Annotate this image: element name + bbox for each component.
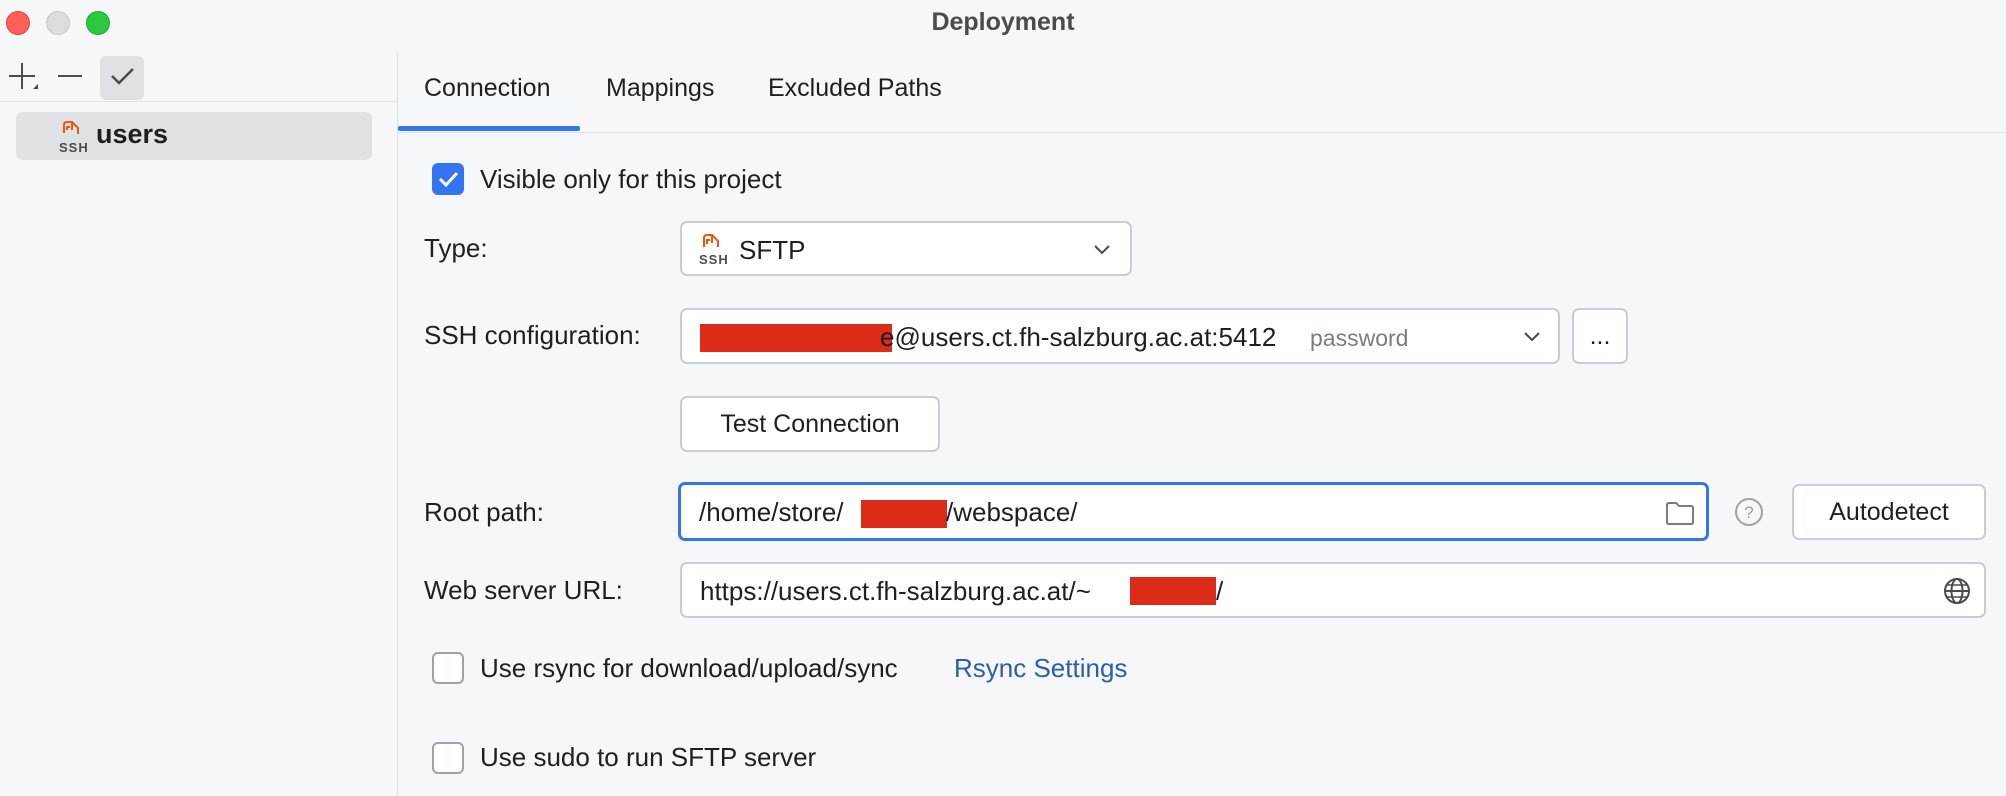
rsync-label[interactable]: Use rsync for download/upload/sync xyxy=(480,653,898,684)
autodetect-button[interactable]: Autodetect xyxy=(1792,484,1986,540)
server-list-item-users[interactable]: SSH users xyxy=(16,112,372,160)
checkmark-icon xyxy=(438,171,459,188)
ssh-icon-label: SSH xyxy=(59,140,89,155)
remove-server-button[interactable] xyxy=(48,56,92,100)
root-path-prefix: /home/store/ xyxy=(699,497,844,527)
tab-mappings[interactable]: Mappings xyxy=(606,74,714,103)
web-server-url-input[interactable]: https://users.ct.fh-salzburg.ac.at/~ / xyxy=(680,562,1986,618)
pane-divider[interactable] xyxy=(397,54,398,796)
type-value: SFTP xyxy=(739,235,806,265)
check-icon xyxy=(107,61,137,96)
ssh-config-auth: password xyxy=(1310,325,1409,351)
tabs-separator xyxy=(398,132,2006,133)
chevron-down-icon xyxy=(1092,239,1112,264)
visible-only-label[interactable]: Visible only for this project xyxy=(480,164,782,195)
ssh-config-browse-button[interactable]: ... xyxy=(1572,308,1628,364)
redacted-username xyxy=(700,324,892,352)
chevron-down-icon xyxy=(1522,326,1542,351)
ssh-config-label: SSH configuration: xyxy=(424,320,641,350)
tab-connection[interactable]: Connection xyxy=(424,74,550,103)
redacted-url-segment xyxy=(1130,577,1216,605)
test-connection-button[interactable]: Test Connection xyxy=(680,396,940,452)
ssh-config-value: e@users.ct.fh-salzburg.ac.at:5412 xyxy=(880,322,1277,352)
server-list-pane xyxy=(0,54,398,796)
type-select[interactable]: SSH SFTP xyxy=(680,221,1132,276)
rsync-checkbox[interactable] xyxy=(432,652,464,684)
root-path-suffix: /webspace/ xyxy=(946,497,1078,527)
use-as-default-button[interactable] xyxy=(100,56,144,100)
type-label: Type: xyxy=(424,233,488,263)
root-path-label: Root path: xyxy=(424,497,544,527)
svg-text:?: ? xyxy=(1744,503,1753,522)
folder-icon[interactable] xyxy=(1665,500,1695,531)
globe-icon[interactable] xyxy=(1942,576,1972,611)
rsync-settings-link[interactable]: Rsync Settings xyxy=(954,653,1127,684)
web-url-suffix: / xyxy=(1216,576,1224,606)
visible-only-checkbox[interactable] xyxy=(432,163,464,195)
plus-icon xyxy=(5,59,39,98)
add-server-button[interactable] xyxy=(0,56,44,100)
active-tab-indicator xyxy=(398,126,580,131)
help-icon[interactable]: ? xyxy=(1734,497,1764,532)
web-url-prefix: https://users.ct.fh-salzburg.ac.at/~ xyxy=(700,576,1091,606)
web-server-url-label: Web server URL: xyxy=(424,575,623,605)
minus-icon xyxy=(55,61,85,96)
sudo-checkbox[interactable] xyxy=(432,742,464,774)
root-path-input[interactable]: /home/store/ /webspace/ xyxy=(678,482,1709,541)
toolbar-separator xyxy=(0,101,397,102)
redacted-path-segment xyxy=(861,500,947,528)
sudo-label[interactable]: Use sudo to run SFTP server xyxy=(480,742,816,773)
server-list-item-label: users xyxy=(96,119,169,149)
tab-excluded-paths[interactable]: Excluded Paths xyxy=(768,74,942,103)
ssh-config-select[interactable]: e@users.ct.fh-salzburg.ac.at:5412 passwo… xyxy=(680,308,1560,364)
ssh-icon-label: SSH xyxy=(699,252,729,267)
window-title: Deployment xyxy=(931,8,1075,36)
